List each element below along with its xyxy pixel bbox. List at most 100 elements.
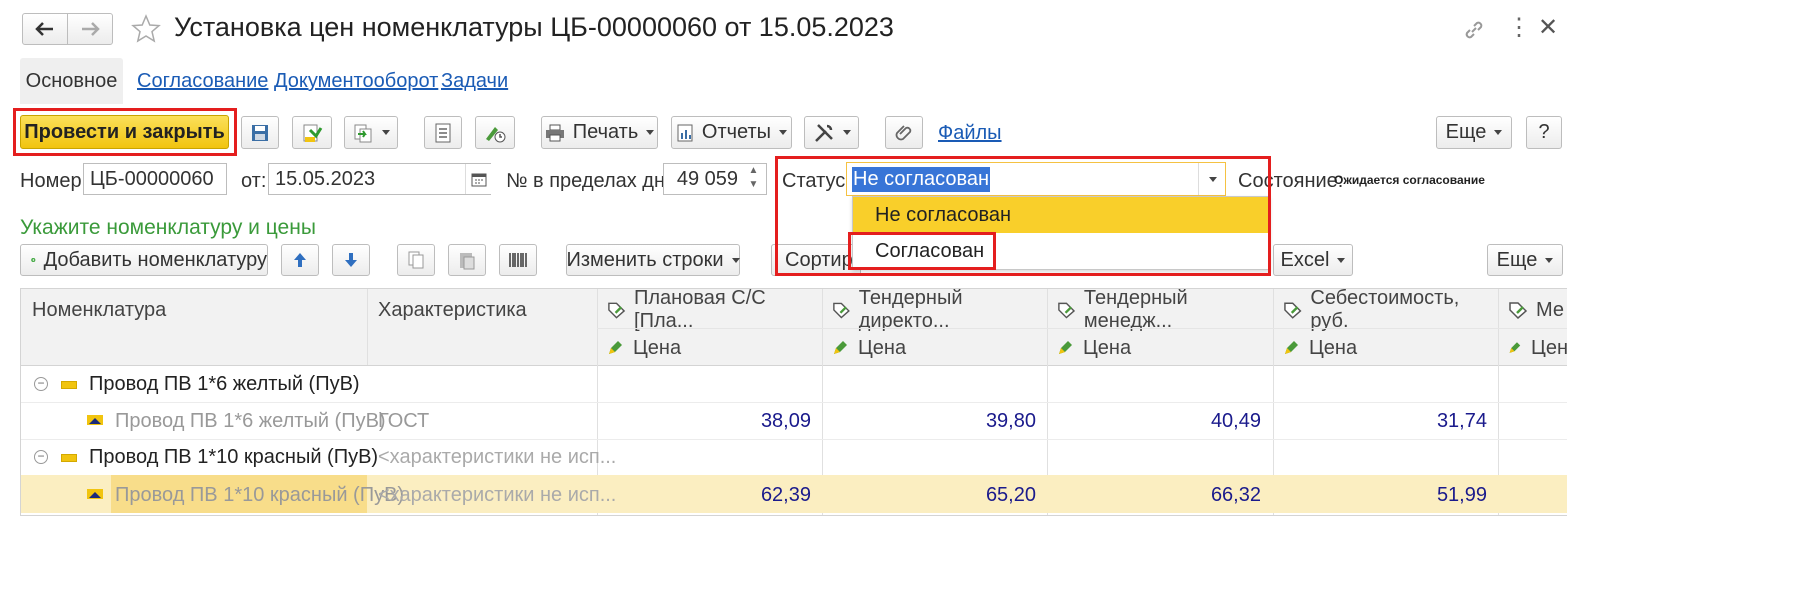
- plus-circle-icon: [31, 257, 36, 263]
- column-header-tender-manager[interactable]: Тендерный менедж... Цена: [1057, 289, 1271, 359]
- characteristic: <характеристики не исп...: [378, 446, 617, 468]
- more-button[interactable]: Еще: [1436, 116, 1512, 149]
- price-tag-icon: [833, 302, 850, 319]
- table-row[interactable]: − Провод ПВ 1*10 красный (ПуВ) <характер…: [21, 439, 1567, 476]
- add-item-button[interactable]: Добавить номенклатуру: [20, 244, 268, 276]
- item-name: Провод ПВ 1*6 желтый (ПуВ): [89, 373, 360, 395]
- tab-main[interactable]: Основное: [20, 58, 123, 104]
- arrow-up-icon: [294, 253, 306, 267]
- column-divider: [367, 289, 368, 365]
- date-label: от:: [241, 170, 267, 192]
- price-cell[interactable]: 40,49: [1057, 410, 1261, 433]
- move-up-button[interactable]: [281, 244, 319, 276]
- price-cell[interactable]: 39,80: [832, 410, 1036, 433]
- paste-button[interactable]: [448, 244, 486, 276]
- column-title: Плановая С/С [Пла...: [634, 288, 766, 332]
- price-tag-icon: [608, 302, 626, 319]
- paste-icon: [460, 253, 475, 270]
- attach-button[interactable]: [885, 116, 923, 149]
- state-value: Ожидается согласование: [1334, 173, 1485, 187]
- post-button[interactable]: [292, 116, 332, 149]
- tab-main-label: Основное: [25, 69, 118, 92]
- tab-tasks[interactable]: Задачи: [441, 70, 508, 93]
- column-header-tender-director[interactable]: Тендерный директо... Цена: [832, 289, 1046, 359]
- price-cell[interactable]: 66,32: [1057, 484, 1261, 507]
- files-link[interactable]: Файлы: [938, 122, 1002, 145]
- create-based-on-button[interactable]: [344, 116, 398, 149]
- table-more-button[interactable]: Еще: [1487, 244, 1563, 276]
- column-title: Ме: [1536, 298, 1565, 321]
- chevron-down-icon: [779, 130, 788, 135]
- column-header-planned-cost[interactable]: Плановая С/С [Пла... Цена: [607, 289, 821, 359]
- close-icon[interactable]: ✕: [1538, 14, 1558, 42]
- item-icon: [87, 489, 103, 499]
- print-button[interactable]: Печать: [541, 116, 658, 149]
- collapse-icon[interactable]: −: [34, 377, 48, 391]
- pencil-icon: [1285, 341, 1298, 354]
- column-subtitle: Цена: [1083, 336, 1132, 359]
- window-title: Установка цен номенклатуры ЦБ-00000060 о…: [174, 12, 894, 42]
- price-cell[interactable]: 62,39: [607, 484, 811, 507]
- pencil-clock-icon: [486, 126, 506, 142]
- excel-button[interactable]: Excel: [1273, 244, 1353, 276]
- column-subtitle: Цен: [1531, 336, 1567, 358]
- excel-label: Excel: [1280, 248, 1330, 271]
- help-button[interactable]: ?: [1526, 116, 1562, 149]
- date-value: 15.05.2023: [275, 167, 376, 190]
- number-field[interactable]: ЦБ-00000060: [83, 163, 227, 195]
- forward-button[interactable]: [67, 13, 113, 45]
- price-tag-icon: [1058, 302, 1076, 319]
- collapse-icon[interactable]: −: [34, 450, 48, 464]
- item-name: Провод ПВ 1*6 желтый (ПуВ): [115, 410, 386, 432]
- column-header-characteristic[interactable]: Характеристика: [378, 299, 527, 322]
- paperclip-icon: [895, 124, 912, 140]
- copy-icon: [408, 251, 424, 269]
- column-header-cost[interactable]: Себестоимость, руб. Цена: [1283, 289, 1497, 359]
- move-down-button[interactable]: [332, 244, 370, 276]
- arrow-down-icon: [345, 253, 357, 267]
- item-name: Провод ПВ 1*10 красный (ПуВ): [89, 446, 379, 468]
- arrow-right-icon: [82, 22, 100, 36]
- reports-label: Отчеты: [701, 121, 772, 143]
- date-field[interactable]: 15.05.2023: [268, 163, 491, 195]
- column-header-extra[interactable]: Ме Цен: [1508, 297, 1567, 357]
- pencil-icon: [834, 341, 847, 354]
- movements-button[interactable]: [424, 116, 462, 149]
- price-tag-icon: [1284, 302, 1302, 319]
- column-title: Себестоимость, руб.: [1310, 288, 1460, 332]
- print-label: Печать: [572, 121, 639, 143]
- post-document-icon: [303, 124, 323, 142]
- table-row-selected[interactable]: Провод ПВ 1*10 красный (ПуВ) <характерис…: [21, 475, 1567, 513]
- day-number-stepper[interactable]: ▲ ▼: [741, 164, 766, 194]
- barcode-button[interactable]: [499, 244, 537, 276]
- tools-button[interactable]: [804, 116, 859, 149]
- link-icon[interactable]: [1462, 18, 1486, 42]
- printer-icon: [545, 124, 564, 141]
- create-based-on-icon: [354, 124, 372, 142]
- table-row[interactable]: Провод ПВ 1*6 желтый (ПуВ) ГОСТ 38,09 39…: [21, 402, 1567, 440]
- save-button[interactable]: [241, 116, 279, 149]
- reports-button[interactable]: Отчеты: [671, 116, 792, 149]
- edit-history-button[interactable]: [475, 116, 515, 149]
- calendar-button[interactable]: [465, 164, 491, 194]
- more-vertical-icon[interactable]: ⋮: [1507, 14, 1531, 42]
- copy-button[interactable]: [397, 244, 435, 276]
- price-cell[interactable]: 38,09: [607, 410, 811, 433]
- stepper-up-icon[interactable]: ▲: [741, 164, 766, 178]
- change-rows-button[interactable]: Изменить строки: [566, 244, 740, 276]
- column-header-item[interactable]: Номенклатура: [32, 299, 166, 322]
- chevron-down-icon: [382, 130, 390, 135]
- section-title: Укажите номенклатуру и цены: [20, 216, 316, 239]
- table-row[interactable]: − Провод ПВ 1*6 желтый (ПуВ): [21, 366, 1567, 403]
- star-icon[interactable]: [130, 13, 162, 45]
- stepper-down-icon[interactable]: ▼: [741, 178, 766, 192]
- price-cell[interactable]: 51,99: [1283, 484, 1487, 507]
- tab-approval[interactable]: Согласование: [137, 70, 268, 93]
- group-folder-icon: [61, 381, 77, 389]
- report-icon: [677, 124, 693, 141]
- prices-table: Номенклатура Характеристика Плановая С/С…: [20, 288, 1567, 516]
- price-cell[interactable]: 65,20: [832, 484, 1036, 507]
- price-cell[interactable]: 31,74: [1283, 410, 1487, 433]
- tab-document-flow[interactable]: Документооборот: [274, 70, 438, 93]
- back-button[interactable]: [22, 13, 68, 45]
